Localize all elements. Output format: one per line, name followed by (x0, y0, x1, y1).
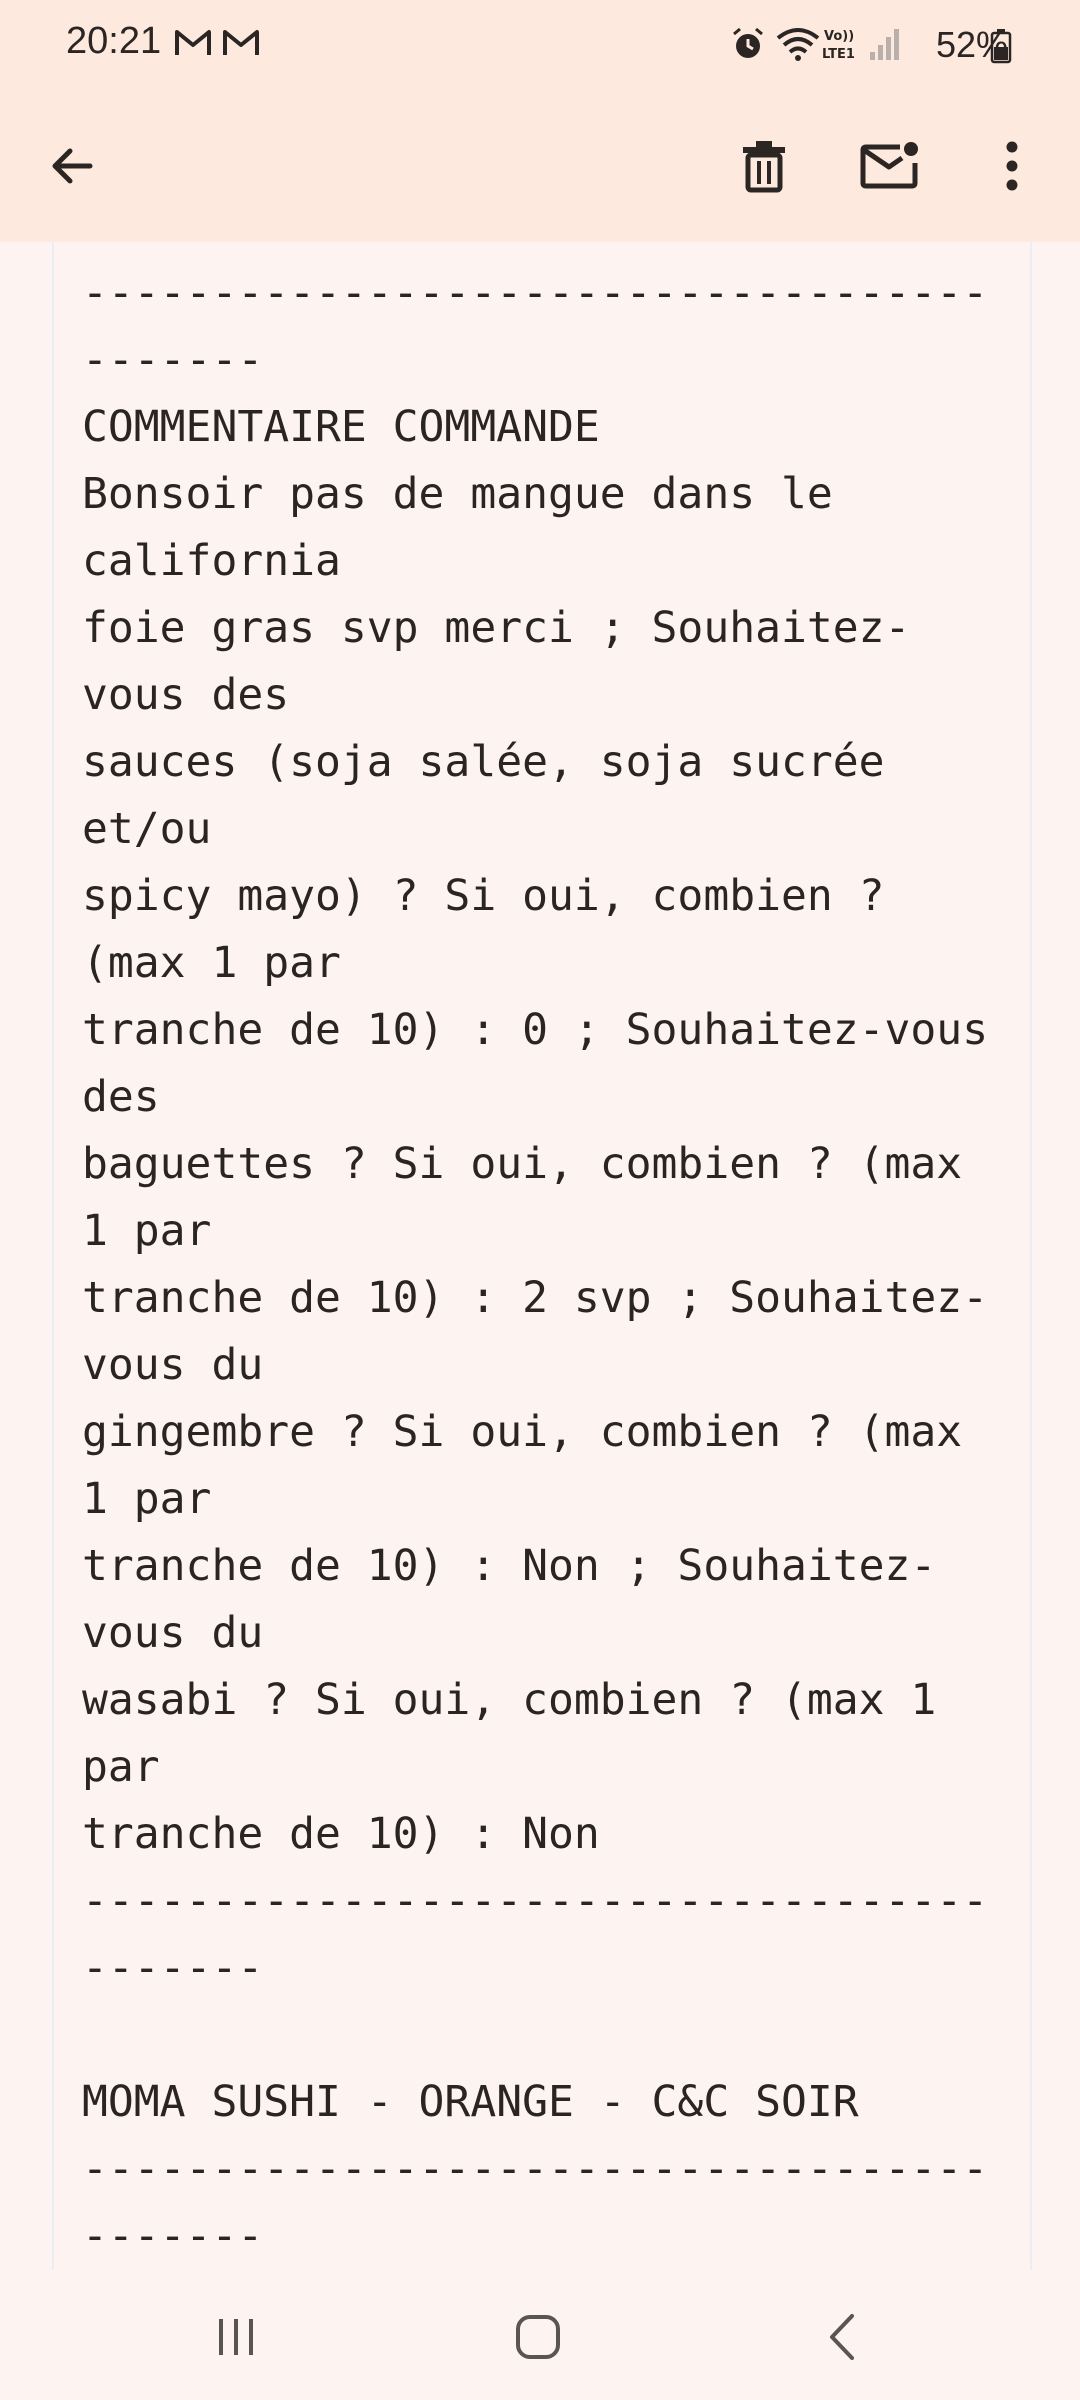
email-line: sauces (soja salée, soja sucrée (82, 737, 885, 787)
email-line: tranche de 10) : Non (82, 1809, 600, 1859)
email-line: baguettes ? Si oui, combien ? (max (82, 1139, 963, 1189)
email-line: par (82, 1742, 160, 1792)
email-line: california (82, 536, 341, 586)
email-toolbar (0, 90, 1080, 242)
back-button[interactable] (32, 126, 112, 206)
home-icon (516, 2315, 560, 2359)
more-options-icon (1006, 141, 1018, 191)
email-line: ------- (82, 335, 264, 385)
email-line: COMMENTAIRE COMMANDE (82, 402, 600, 452)
email-line: Bonsoir pas de mangue dans le (82, 469, 833, 519)
email-line: spicy mayo) ? Si oui, combien ? (82, 871, 885, 921)
email-line: vous du (82, 1340, 264, 1390)
back-icon (830, 2314, 854, 2360)
mark-unread-icon (860, 142, 918, 189)
email-line: vous des (82, 670, 290, 720)
svg-text:Vo)): Vo)) (824, 29, 854, 44)
wifi-icon (776, 28, 820, 61)
email-line: (max 1 par (82, 938, 341, 988)
email-body: ----------------------------------- ----… (52, 242, 1032, 2270)
volte-icon: Vo)) LTE1 (822, 29, 855, 62)
email-line: gingembre ? Si oui, combien ? (max (82, 1407, 963, 1457)
email-line: 1 par (82, 1206, 212, 1256)
email-line: vous du (82, 1608, 264, 1658)
email-line: et/ou (82, 804, 212, 854)
battery-icon (990, 29, 1012, 64)
back-arrow-icon (52, 148, 93, 184)
email-line: ----------------------------------- (82, 268, 989, 318)
email-line: des (82, 1072, 160, 1122)
recent-apps-button[interactable] (176, 2292, 296, 2382)
email-line: tranche de 10) : Non ; Souhaitez- (82, 1541, 937, 1591)
email-line: ----------------------------------- (82, 2144, 989, 2194)
email-line: 1 par (82, 1474, 212, 1524)
email-line: tranche de 10) : 2 svp ; Souhaitez- (82, 1273, 989, 1323)
alarm-icon (733, 27, 763, 58)
gmail-icon (223, 30, 259, 55)
email-line: ----------------------------------- (82, 1876, 989, 1926)
svg-text:LTE1: LTE1 (822, 47, 855, 62)
email-line: tranche de 10) : 0 ; Souhaitez-vous (82, 1005, 989, 1055)
more-options-button[interactable] (972, 126, 1052, 206)
mark-unread-button[interactable] (850, 126, 930, 206)
recent-apps-icon (219, 2319, 253, 2355)
back-nav-button[interactable] (782, 2292, 902, 2382)
email-line: foie gras svp merci ; Souhaitez- (82, 603, 911, 653)
email-line: wasabi ? Si oui, combien ? (max 1 (82, 1675, 937, 1725)
email-line: ------- (82, 1943, 264, 1993)
delete-icon (743, 141, 785, 193)
email-body-text: ----------------------------------- ----… (54, 242, 1030, 2270)
gmail-icon (175, 30, 211, 55)
status-bar: 20:21 Vo)) LTE1 52% (0, 0, 1080, 90)
status-time: 20:21 (66, 20, 162, 62)
email-line: MOMA SUSHI - ORANGE - C&C SOIR (82, 2077, 859, 2127)
home-button[interactable] (478, 2292, 598, 2382)
signal-icon (870, 29, 899, 60)
delete-button[interactable] (724, 126, 804, 206)
navigation-bar (0, 2270, 1080, 2400)
email-line: ------- (82, 2211, 264, 2261)
